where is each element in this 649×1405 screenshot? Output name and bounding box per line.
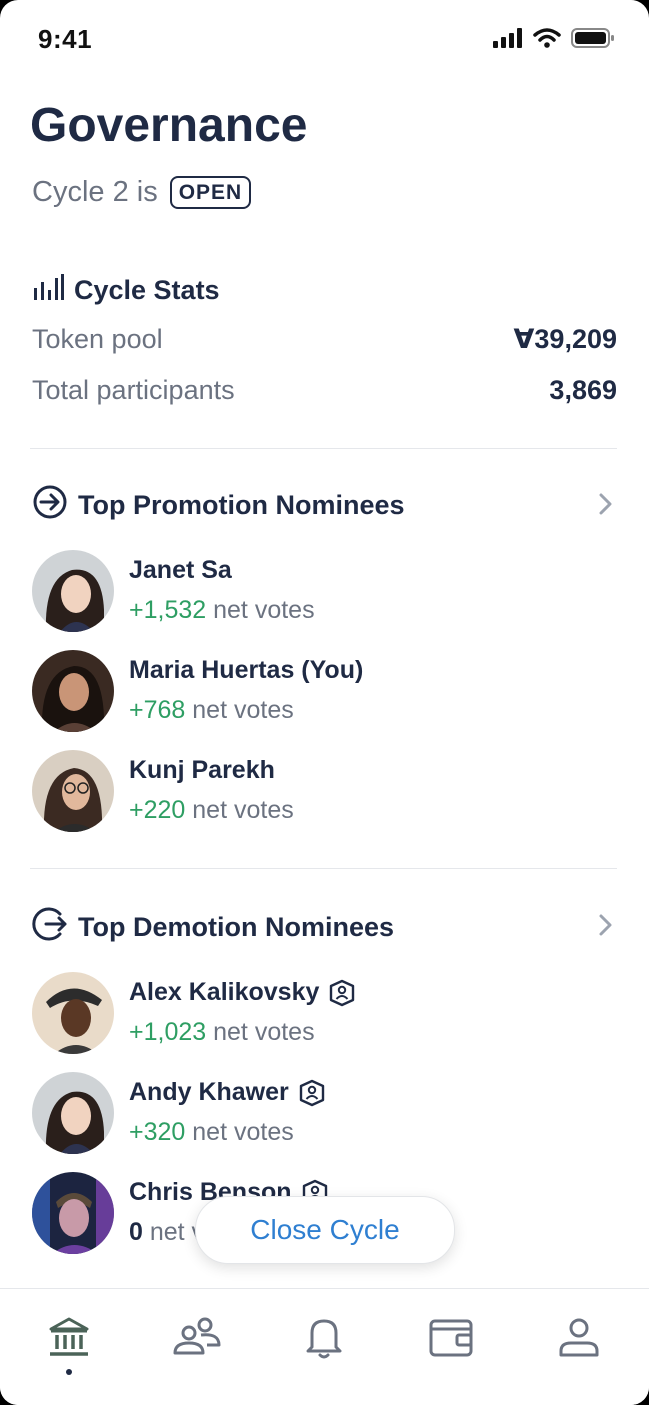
nominee-row[interactable]: Janet Sa +1,532 net votes — [32, 550, 592, 634]
stat-value: 3,869 — [549, 375, 617, 405]
net-votes-label: net votes — [192, 1118, 294, 1146]
arrow-in-circle-icon — [32, 484, 68, 527]
net-votes-value: +320 — [129, 1118, 186, 1146]
nominee-row[interactable]: Maria Huertas (You) +768 net votes — [32, 650, 592, 734]
net-votes-value: +1,532 — [129, 596, 207, 624]
net-votes-value: +1,023 — [129, 1018, 207, 1046]
nominee-name: Kunj Parekh — [129, 756, 275, 784]
nominee-name: Alex Kalikovsky — [129, 978, 355, 1007]
status-icons — [493, 27, 615, 54]
net-votes-label: net votes — [213, 1018, 315, 1046]
net-votes-value: +768 — [129, 696, 186, 724]
demotion-heading[interactable]: Top Demotion Nominees — [32, 906, 394, 949]
net-votes-value: +220 — [129, 796, 186, 824]
nominee-name-text: Alex Kalikovsky — [129, 978, 320, 1006]
chevron-right-icon[interactable] — [594, 913, 618, 937]
promotion-title: Top Promotion Nominees — [78, 490, 405, 520]
stat-label: Total participants — [32, 375, 235, 405]
battery-icon — [571, 27, 615, 54]
net-votes-label: net votes — [192, 696, 294, 724]
divider — [30, 868, 617, 869]
stat-label: Token pool — [32, 324, 163, 354]
nominee-votes: +220 net votes — [129, 796, 294, 825]
cycle-stats-heading: Cycle Stats — [32, 272, 220, 309]
avatar — [32, 972, 114, 1054]
stat-total-participants: Total participants 3,869 — [32, 375, 617, 406]
nominee-votes: +320 net votes — [129, 1118, 294, 1147]
demotion-title: Top Demotion Nominees — [78, 912, 395, 942]
tab-profile[interactable] — [549, 1309, 609, 1369]
bar-chart-icon — [32, 272, 64, 309]
nominee-name: Maria Huertas (You) — [129, 656, 364, 684]
nominee-name: Janet Sa — [129, 556, 232, 584]
avatar — [32, 1072, 114, 1154]
net-votes-label: net votes — [192, 796, 294, 824]
tab-bar — [0, 1288, 649, 1405]
avatar — [32, 650, 114, 732]
avatar — [32, 550, 114, 632]
cellular-signal-icon — [493, 27, 523, 53]
promotion-heading[interactable]: Top Promotion Nominees — [32, 484, 405, 527]
stat-token-pool: Token pool Ɐ39,209 — [32, 324, 617, 355]
shield-user-icon — [329, 979, 355, 1007]
active-tab-indicator — [66, 1369, 72, 1375]
nominee-row[interactable]: Andy Khawer +320 net votes — [32, 1072, 592, 1156]
nominee-row[interactable]: Kunj Parekh +220 net votes — [32, 750, 592, 834]
close-cycle-button[interactable]: Close Cycle — [195, 1196, 455, 1264]
tab-notifications[interactable] — [294, 1309, 354, 1369]
nominee-row[interactable]: Alex Kalikovsky +1,023 net votes — [32, 972, 592, 1056]
wallet-icon — [427, 1315, 475, 1364]
net-votes-label: net votes — [213, 596, 315, 624]
tab-people[interactable] — [167, 1309, 227, 1369]
avatar — [32, 1172, 114, 1254]
chevron-right-icon[interactable] — [594, 492, 618, 516]
cycle-status-line: Cycle 2 is OPEN — [32, 176, 252, 209]
page-title: Governance — [30, 99, 308, 152]
nominee-name: Andy Khawer — [129, 1078, 325, 1107]
nominee-name-text: Andy Khawer — [129, 1078, 289, 1106]
net-votes-value: 0 — [129, 1218, 143, 1246]
nominee-votes: +768 net votes — [129, 696, 294, 725]
governance-icon — [47, 1315, 91, 1364]
wifi-icon — [533, 27, 561, 53]
tab-governance[interactable] — [39, 1309, 99, 1369]
divider — [30, 448, 617, 449]
status-bar: 9:41 — [0, 0, 649, 80]
nominee-votes: +1,532 net votes — [129, 596, 315, 625]
nominee-votes: +1,023 net votes — [129, 1018, 315, 1047]
arrow-out-circle-icon — [32, 906, 68, 949]
avatar — [32, 750, 114, 832]
cycle-label: Cycle 2 is — [32, 176, 158, 208]
people-icon — [171, 1315, 223, 1364]
cycle-stats-title: Cycle Stats — [74, 275, 220, 305]
profile-icon — [557, 1315, 601, 1364]
tab-wallet[interactable] — [421, 1309, 481, 1369]
stat-value: Ɐ39,209 — [513, 324, 617, 354]
phone-screen: 9:41 Governance Cycle 2 is OPEN Cycle St… — [0, 0, 649, 1405]
bell-icon — [304, 1315, 344, 1364]
cycle-status-badge: OPEN — [169, 176, 252, 209]
shield-user-icon — [299, 1079, 325, 1107]
status-time: 9:41 — [38, 24, 93, 54]
